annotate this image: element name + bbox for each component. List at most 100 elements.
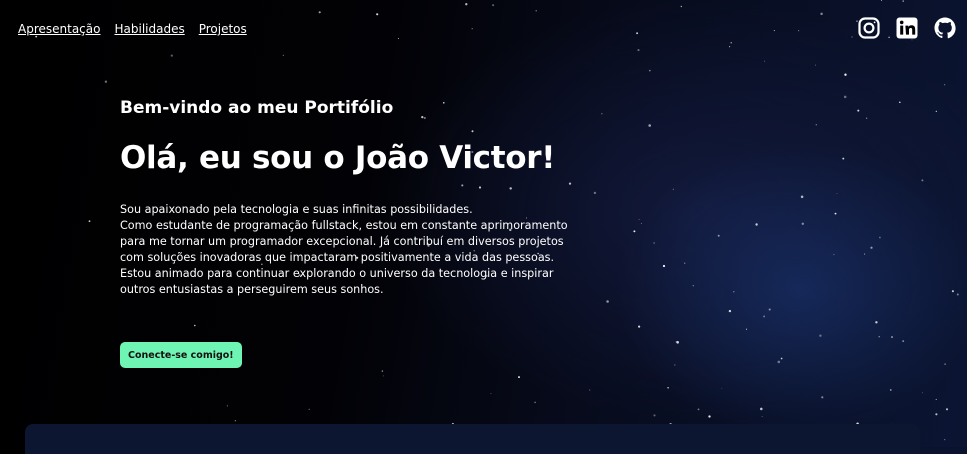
star (800, 195, 804, 199)
star (935, 413, 938, 416)
nav-link-projetos[interactable]: Projetos (199, 22, 247, 36)
star (589, 389, 591, 391)
star (899, 101, 901, 104)
star (844, 73, 847, 76)
star (674, 364, 676, 366)
star (653, 414, 656, 417)
star (922, 392, 924, 394)
star (518, 376, 520, 379)
star (801, 222, 804, 225)
star (88, 220, 91, 223)
star (764, 60, 765, 62)
star (875, 321, 878, 324)
star (944, 363, 946, 365)
star (878, 336, 880, 338)
star (226, 405, 228, 407)
hero-bio-line: Estou animado para continuar explorando … (120, 267, 554, 280)
hero-title: Olá, eu sou o João Victor! (120, 140, 556, 176)
star (104, 80, 108, 83)
star (760, 407, 763, 411)
star (692, 284, 695, 287)
star (662, 264, 666, 268)
star (638, 219, 640, 221)
star (951, 290, 954, 293)
star (640, 222, 642, 224)
star (842, 157, 845, 160)
star (870, 246, 873, 249)
star (780, 357, 783, 360)
star (836, 192, 838, 194)
star (891, 336, 893, 338)
star (866, 117, 868, 119)
star (819, 334, 822, 337)
star (606, 300, 609, 303)
star (593, 191, 597, 195)
star (902, 340, 905, 342)
star (638, 325, 641, 328)
star (833, 254, 835, 256)
star (921, 179, 924, 182)
star (814, 64, 816, 66)
star (821, 396, 824, 399)
star (717, 234, 720, 237)
star (943, 84, 946, 86)
star (864, 253, 866, 255)
star (672, 188, 674, 190)
nav-link-apresentacao[interactable]: Apresentação (18, 22, 100, 36)
star (382, 375, 384, 377)
hero-bio-line: para me tornar um programador excepciona… (120, 235, 564, 248)
hero-bio-line: outros entusiastas a perseguirem seus so… (120, 283, 384, 296)
star (234, 420, 237, 422)
star (534, 401, 536, 404)
star (945, 408, 949, 411)
star (381, 370, 384, 372)
star (648, 69, 651, 72)
hero-bio: Sou apaixonado pela tecnologia e suas in… (120, 202, 568, 298)
next-section-card (25, 424, 920, 454)
star (721, 387, 723, 389)
star (834, 212, 837, 215)
star (728, 309, 732, 313)
star (755, 223, 758, 226)
star (890, 389, 892, 391)
star (601, 113, 603, 115)
star (193, 324, 196, 327)
star (815, 124, 818, 126)
star (879, 236, 881, 239)
star (490, 393, 492, 394)
hero-bio-line: Sou apaixonado pela tecnologia e suas in… (120, 203, 473, 216)
hero-bio-line: Como estudante de programação fullstack,… (120, 219, 568, 232)
star (763, 315, 766, 318)
star (667, 387, 669, 389)
star (843, 95, 847, 99)
hero-eyebrow: Bem-vindo ao meu Portifólio (120, 98, 394, 118)
star (633, 230, 636, 233)
star (777, 360, 781, 364)
star (653, 242, 655, 244)
star (568, 182, 572, 185)
github-icon[interactable] (933, 16, 957, 40)
star (944, 439, 946, 441)
star (675, 341, 678, 343)
star (648, 124, 651, 127)
linkedin-icon[interactable] (895, 16, 919, 40)
social-links (857, 16, 957, 40)
connect-button[interactable]: Conecte-se comigo! (120, 342, 242, 368)
hero-section: Bem-vindo ao meu Portifólio Olá, eu sou … (120, 98, 568, 298)
star (708, 415, 711, 418)
star (956, 293, 959, 296)
star (857, 109, 860, 112)
star (684, 262, 686, 264)
nav-link-habilidades[interactable]: Habilidades (114, 22, 184, 36)
star (935, 398, 937, 400)
instagram-icon[interactable] (857, 16, 881, 40)
navbar: Apresentação Habilidades Projetos (0, 0, 967, 60)
nav-links: Apresentação Habilidades Projetos (18, 22, 247, 36)
star (308, 408, 310, 411)
star (768, 308, 771, 311)
star (733, 291, 735, 293)
star (935, 110, 937, 112)
star (697, 408, 700, 411)
hero-bio-line: com soluções inovadoras que impactaram p… (120, 251, 555, 264)
star (761, 416, 763, 417)
